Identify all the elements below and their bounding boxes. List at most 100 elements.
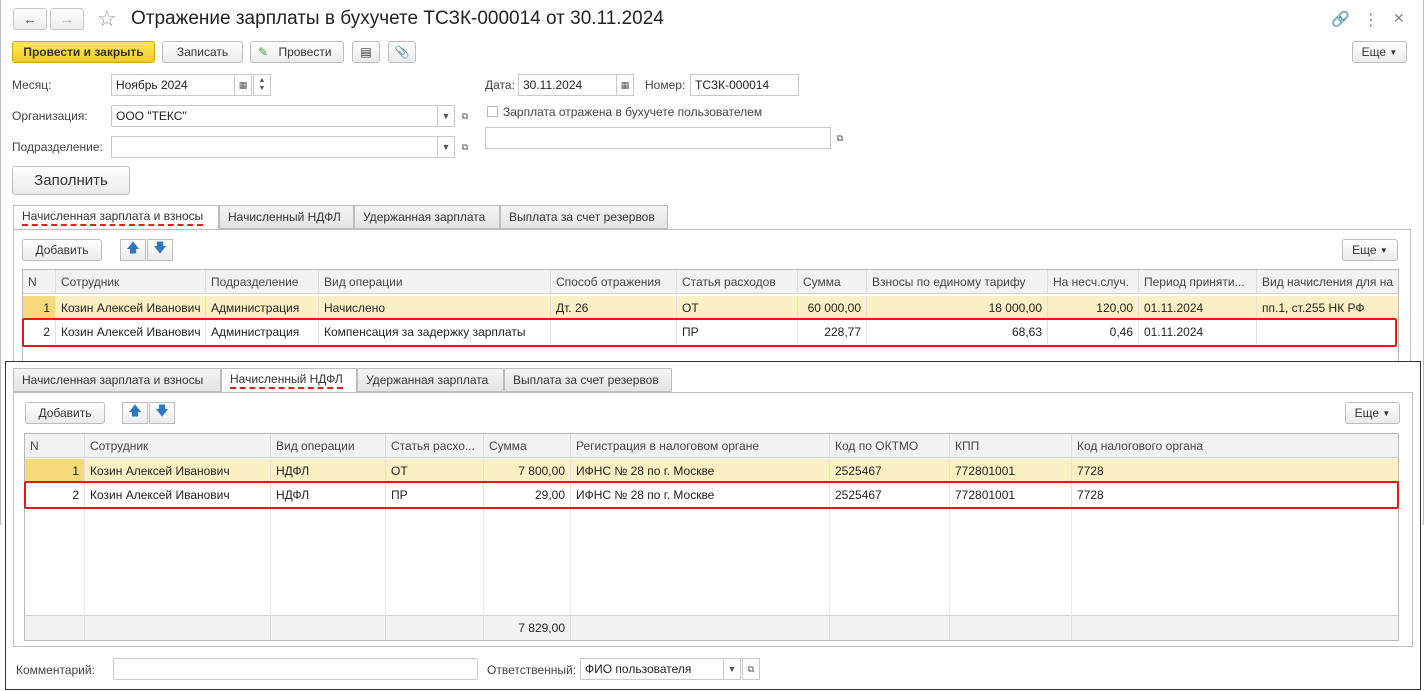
more-dots-icon[interactable]: ⋮ bbox=[1363, 10, 1379, 30]
reflected-checkbox[interactable] bbox=[487, 106, 498, 117]
tab-reserve-payments[interactable]: Выплата за счет резервов bbox=[500, 205, 668, 229]
open-icon[interactable]: ⧉ bbox=[742, 658, 760, 680]
open-icon[interactable]: ⧉ bbox=[456, 136, 474, 158]
fill-button[interactable]: Заполнить bbox=[12, 166, 130, 195]
open-icon[interactable]: ⧉ bbox=[831, 127, 849, 149]
arrow-up-icon[interactable]: 🡅 bbox=[120, 239, 146, 261]
arrow-right-icon[interactable]: → bbox=[50, 8, 84, 30]
open-icon[interactable]: ⧉ bbox=[456, 105, 474, 127]
column-header[interactable]: Регистрация в налоговом органе bbox=[571, 434, 830, 458]
column-header[interactable]: Сумма bbox=[484, 434, 571, 458]
column-header[interactable]: Вид операции bbox=[319, 270, 551, 294]
post-button-label: Провести bbox=[278, 45, 332, 59]
more-button[interactable]: Еще ▼ bbox=[1352, 41, 1407, 63]
cell-tax-registration[interactable]: ИФНС № 28 по г. Москве bbox=[571, 459, 830, 483]
tab-reserve-payments[interactable]: Выплата за счет резервов bbox=[504, 368, 672, 392]
chevron-down-icon[interactable]: ▼ bbox=[723, 658, 741, 680]
cell-accrual-type[interactable]: пп.1, ст.255 НК РФ bbox=[1257, 296, 1398, 320]
column-header[interactable]: Сумма bbox=[798, 270, 867, 294]
month-field[interactable]: Ноябрь 2024 bbox=[111, 74, 235, 96]
post-button[interactable]: ✎ Провести bbox=[250, 41, 344, 63]
totals-row bbox=[25, 615, 1398, 640]
spinner-icon[interactable]: ▲ ▼ bbox=[253, 74, 271, 96]
tab-withheld-salary[interactable]: Удержанная зарплата bbox=[354, 205, 500, 229]
cell-operation[interactable]: НДФЛ bbox=[271, 459, 386, 483]
organization-field[interactable]: ООО "ТЕКС" bbox=[111, 105, 438, 127]
column-divider bbox=[949, 507, 950, 615]
column-header[interactable]: Взносы по единому тарифу bbox=[867, 270, 1048, 294]
reflected-user-field[interactable] bbox=[485, 127, 831, 149]
column-divider bbox=[84, 615, 85, 640]
column-divider bbox=[483, 507, 484, 615]
column-header[interactable]: На несч.случ. bbox=[1048, 270, 1139, 294]
calendar-icon[interactable]: ▦ bbox=[616, 74, 634, 96]
cell-employee[interactable]: Козин Алексей Иванович bbox=[56, 296, 206, 320]
cell-contributions[interactable]: 18 000,00 bbox=[867, 296, 1048, 320]
cell-expense-item[interactable]: ОТ bbox=[677, 296, 798, 320]
column-header[interactable]: Период приняти... bbox=[1139, 270, 1257, 294]
column-header[interactable]: КПП bbox=[950, 434, 1072, 458]
column-header[interactable]: Статья расхо... bbox=[386, 434, 484, 458]
calendar-icon[interactable]: ▦ bbox=[234, 74, 252, 96]
post-and-close-button[interactable]: Провести и закрыть bbox=[12, 41, 155, 63]
cell-method[interactable]: Дт. 26 bbox=[551, 296, 677, 320]
arrow-up-icon[interactable]: 🡅 bbox=[122, 402, 148, 424]
date-field[interactable]: 30.11.2024 bbox=[518, 74, 617, 96]
cell-accident[interactable]: 120,00 bbox=[1048, 296, 1139, 320]
tab-accrued-salary[interactable]: Начисленная зарплата и взносы bbox=[13, 368, 221, 392]
cell-period[interactable]: 01.11.2024 bbox=[1139, 296, 1257, 320]
cell-tax-office-code[interactable]: 7728 bbox=[1072, 459, 1398, 483]
star-icon[interactable]: ☆ bbox=[97, 6, 117, 32]
cell-kpp[interactable]: 772801001 bbox=[950, 459, 1072, 483]
arrow-down-icon[interactable]: 🡇 bbox=[147, 239, 173, 261]
tab-label: Выплата за счет резервов bbox=[509, 210, 655, 224]
arrow-down-icon[interactable]: 🡇 bbox=[149, 402, 175, 424]
save-button[interactable]: Записать bbox=[162, 41, 243, 63]
post-icon: ✎ bbox=[258, 45, 269, 59]
more-button[interactable]: Еще ▼ bbox=[1342, 239, 1398, 261]
cell-operation[interactable]: Начислено bbox=[319, 296, 551, 320]
column-divider bbox=[270, 615, 271, 640]
report-icon[interactable]: ▤ bbox=[352, 41, 380, 63]
add-button[interactable]: Добавить bbox=[25, 402, 105, 424]
number-label: Номер: bbox=[645, 78, 686, 92]
chevron-down-icon[interactable]: ▼ bbox=[437, 105, 455, 127]
tab-accrued-ndfl[interactable]: Начисленный НДФЛ bbox=[221, 368, 357, 393]
cell-employee[interactable]: Козин Алексей Иванович bbox=[85, 459, 271, 483]
department-field[interactable] bbox=[111, 136, 438, 158]
column-header[interactable]: Сотрудник bbox=[85, 434, 271, 458]
tab-withheld-salary[interactable]: Удержанная зарплата bbox=[357, 368, 504, 392]
column-header[interactable]: N bbox=[25, 434, 85, 458]
arrow-left-icon[interactable]: ← bbox=[13, 8, 47, 30]
window-title: Отражение зарплаты в бухучете ТСЗК-00001… bbox=[131, 8, 664, 29]
comment-label: Комментарий: bbox=[16, 663, 95, 677]
close-icon[interactable]: ✕ bbox=[1393, 10, 1405, 27]
comment-field[interactable] bbox=[113, 658, 478, 680]
column-header[interactable]: Код по ОКТМО bbox=[830, 434, 950, 458]
tab-label: Выплата за счет резервов bbox=[513, 373, 659, 387]
more-button[interactable]: Еще ▼ bbox=[1345, 402, 1400, 424]
tab-accrued-salary[interactable]: Начисленная зарплата и взносы bbox=[13, 205, 219, 230]
column-header[interactable]: Подразделение bbox=[206, 270, 319, 294]
cell-department[interactable]: Администрация bbox=[206, 296, 319, 320]
column-header[interactable]: Сотрудник bbox=[56, 270, 206, 294]
column-header[interactable]: Код налогового органа bbox=[1072, 434, 1398, 458]
cell-expense-item[interactable]: ОТ bbox=[386, 459, 484, 483]
add-button[interactable]: Добавить bbox=[22, 239, 102, 261]
column-header[interactable]: Статья расходов bbox=[677, 270, 798, 294]
responsible-field[interactable]: ФИО пользователя bbox=[580, 658, 724, 680]
column-header[interactable]: Вид операции bbox=[271, 434, 386, 458]
link-icon[interactable]: 🔗 bbox=[1331, 10, 1350, 28]
number-field[interactable]: ТСЗК-000014 bbox=[690, 74, 799, 96]
cell-amount[interactable]: 7 800,00 bbox=[484, 459, 571, 483]
column-header[interactable]: Способ отражения bbox=[551, 270, 677, 294]
chevron-down-icon[interactable]: ▼ bbox=[437, 136, 455, 158]
tab-label: Начисленная зарплата и взносы bbox=[22, 373, 204, 387]
tab-label: Начисленный НДФЛ bbox=[230, 372, 343, 389]
paperclip-icon[interactable]: 📎 bbox=[388, 41, 416, 63]
cell-amount[interactable]: 60 000,00 bbox=[798, 296, 867, 320]
column-header[interactable]: N bbox=[23, 270, 56, 294]
tab-accrued-ndfl[interactable]: Начисленный НДФЛ bbox=[219, 205, 354, 229]
column-header[interactable]: Вид начисления для на bbox=[1257, 270, 1398, 294]
cell-oktmo[interactable]: 2525467 bbox=[830, 459, 950, 483]
